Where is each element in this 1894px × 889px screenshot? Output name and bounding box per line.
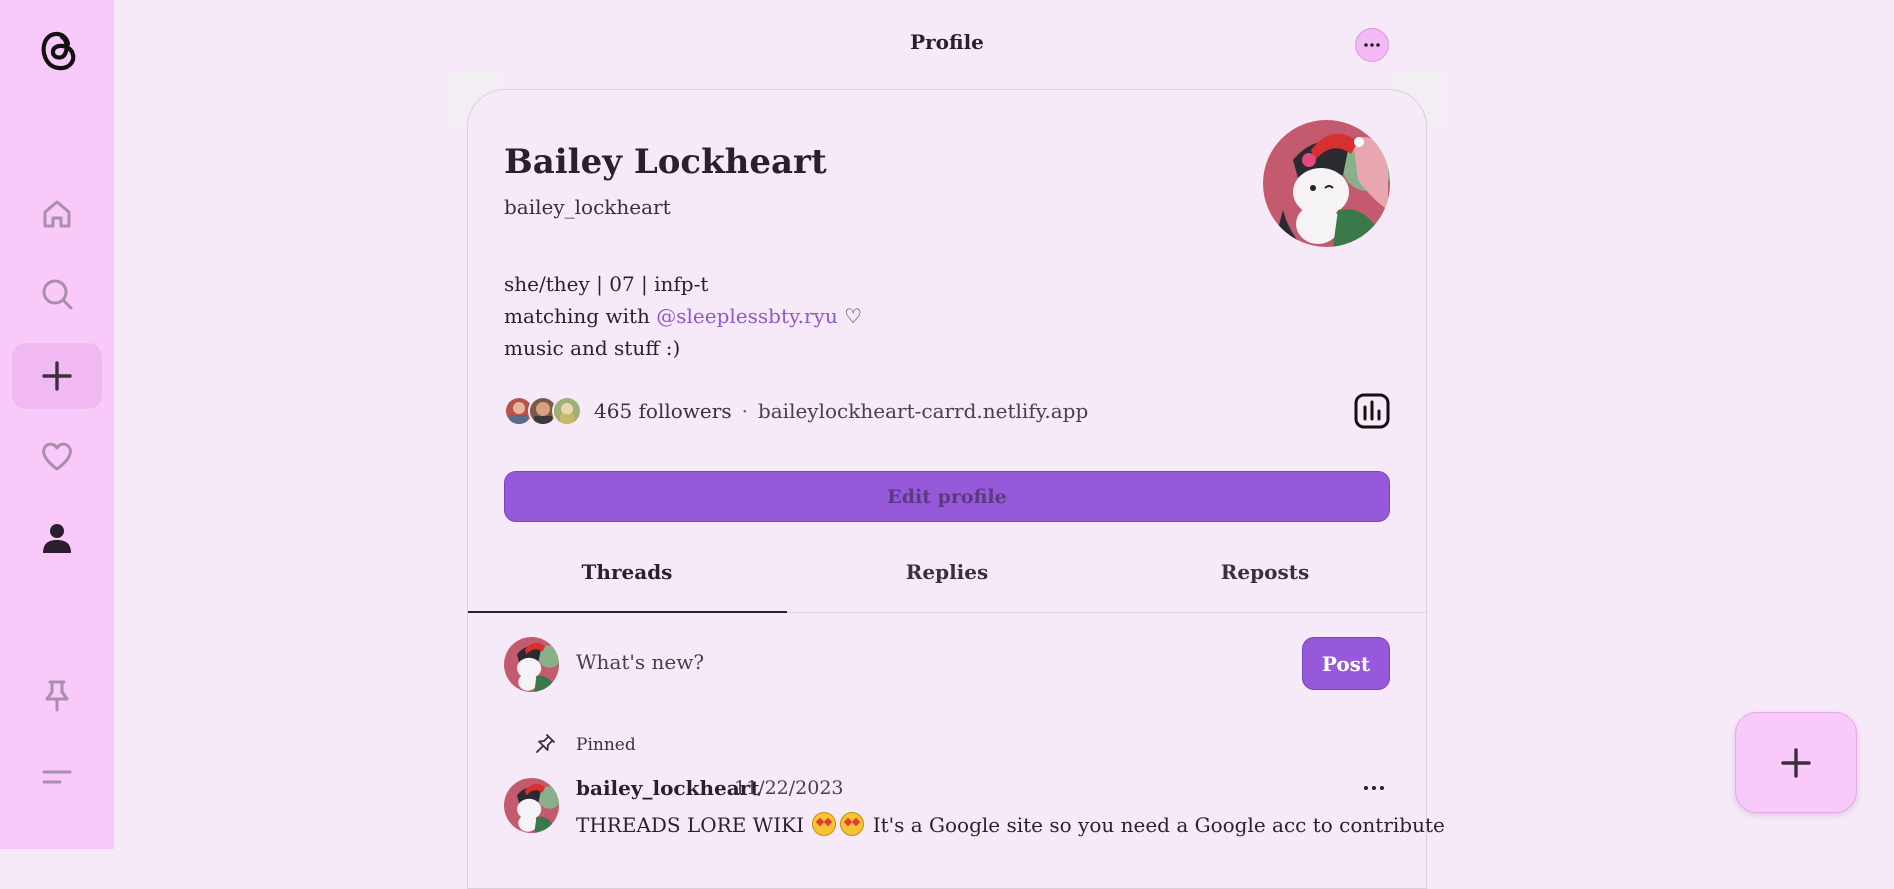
compose-input[interactable]: What's new? <box>576 650 704 674</box>
post-username[interactable]: bailey_lockheart <box>576 776 759 800</box>
plus-icon <box>1781 747 1811 778</box>
nav-search-button[interactable] <box>12 261 102 327</box>
post-button[interactable]: Post <box>1302 637 1390 690</box>
star-struck-emoji-icon <box>812 812 837 836</box>
nav-activity-button[interactable] <box>12 423 102 489</box>
pin-icon <box>45 680 69 712</box>
post-text-start: THREADS LORE WIKI <box>576 813 804 837</box>
new-thread-fab[interactable] <box>1735 712 1857 813</box>
threads-logo-icon[interactable] <box>32 22 82 74</box>
pin-icon <box>536 734 555 753</box>
post-date: 11/22/2023 <box>734 777 844 799</box>
bio-text: matching with <box>504 304 657 328</box>
profile-handle: bailey_lockheart <box>504 195 671 219</box>
insights-icon[interactable] <box>1354 393 1390 429</box>
tab-replies[interactable]: Replies <box>788 560 1106 584</box>
nav-profile-button[interactable] <box>12 505 102 571</box>
nav-home-button[interactable] <box>12 181 102 247</box>
post-more-icon[interactable] <box>1360 779 1388 797</box>
home-icon <box>43 200 71 228</box>
avatar[interactable] <box>504 637 559 692</box>
separator: · <box>741 399 748 423</box>
followers-count[interactable]: 465 followers <box>594 399 732 423</box>
page-title: Profile <box>910 30 984 54</box>
nav-create-button[interactable] <box>12 343 102 409</box>
bio-line-1: she/they | 07 | infp-t <box>504 272 709 296</box>
bio-line-3: music and stuff :) <box>504 336 681 360</box>
tab-threads[interactable]: Threads <box>468 560 786 584</box>
person-icon <box>43 524 71 553</box>
profile-avatar[interactable] <box>1263 120 1390 247</box>
post-text: THREADS LORE WIKI It's a Google site so … <box>576 812 1445 837</box>
active-tab-indicator <box>468 611 787 613</box>
avatar[interactable] <box>504 778 559 833</box>
post-text-end: It's a Google site so you need a Google … <box>872 813 1445 837</box>
followers-row: 465 followers · baileylockheart-carrd.ne… <box>504 396 1088 426</box>
plus-icon <box>42 361 72 391</box>
profile-link[interactable]: baileylockheart-carrd.netlify.app <box>758 399 1088 423</box>
profile-more-button[interactable] <box>1355 28 1389 62</box>
nav-pin-button[interactable] <box>12 662 102 728</box>
follower-avatar[interactable] <box>552 396 582 426</box>
star-struck-emoji-icon <box>840 812 865 836</box>
edit-profile-button[interactable]: Edit profile <box>504 471 1390 522</box>
profile-name: Bailey Lockheart <box>504 142 827 182</box>
sidebar <box>0 0 114 849</box>
ellipsis-icon <box>1364 43 1380 47</box>
search-icon <box>42 279 73 310</box>
mention-link[interactable]: @sleeplessbty.ryu <box>656 304 837 328</box>
bio-line-2: matching with @sleeplessbty.ryu ♡ <box>504 304 862 328</box>
menu-icon <box>42 770 72 784</box>
heart-icon <box>42 442 72 471</box>
pinned-label: Pinned <box>576 735 636 755</box>
tab-reposts[interactable]: Reposts <box>1106 560 1424 584</box>
nav-menu-button[interactable] <box>12 744 102 810</box>
heart-symbol: ♡ <box>837 304 863 328</box>
